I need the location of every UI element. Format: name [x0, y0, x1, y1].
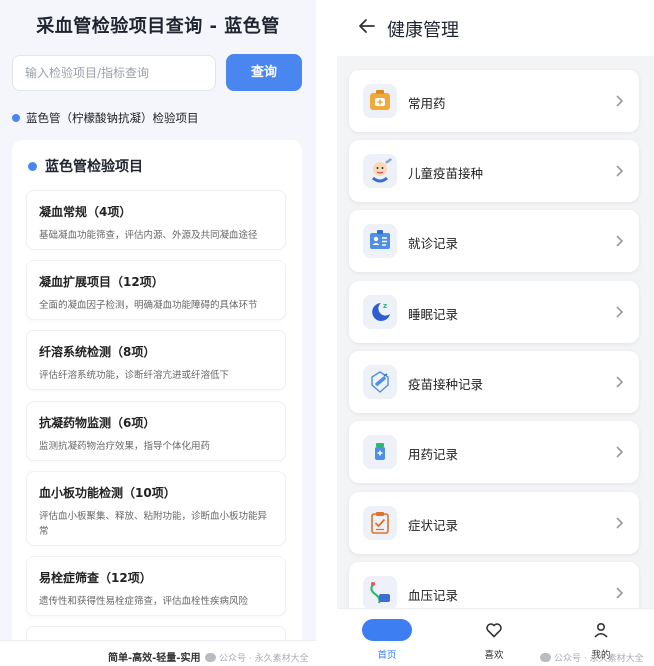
menu-row-symptom[interactable]: 症状记录: [349, 492, 639, 554]
chevron-right-icon: [616, 376, 624, 388]
menu-row-sleep[interactable]: z 睡眠记录: [349, 281, 639, 343]
footer-slogan: 简单-高效-轻量-实用: [108, 653, 201, 664]
menu-row-label: 儿童疫苗接种: [408, 166, 484, 181]
app-header: 健康管理: [337, 0, 654, 56]
test-item[interactable]: 抗凝药物监测（6项） 监测抗凝药物治疗效果，指导个体化用药: [26, 401, 286, 461]
menu-row-vaccine-record[interactable]: 疫苗接种记录: [349, 351, 639, 413]
items-card: 蓝色管检验项目 凝血常规（4项） 基础凝血功能筛查，评估内源、外源及共同凝血途径…: [12, 140, 302, 660]
chevron-right-icon: [616, 446, 624, 458]
test-item-title: 凝血扩展项目（12项）: [39, 275, 164, 289]
tab-home[interactable]: 首页: [347, 609, 427, 666]
child-vaccine-icon: [363, 154, 397, 188]
test-item[interactable]: 凝血扩展项目（12项） 全面的凝血因子检测，明确凝血功能障碍的具体环节: [26, 260, 286, 320]
svg-text:z: z: [383, 302, 387, 310]
menu-row-medication[interactable]: 用药记录: [349, 421, 639, 483]
test-item-title: 凝血常规（4项）: [39, 205, 132, 219]
test-item-desc: 遗传性和获得性易栓症筛查，评估血栓性疾病风险: [39, 596, 249, 607]
wechat-icon: [205, 653, 216, 662]
test-item-title: 易栓症筛查（12项）: [39, 571, 152, 585]
back-arrow-icon[interactable]: [357, 16, 377, 36]
tube-type-text: 蓝色管（柠檬酸钠抗凝）检验项目: [26, 111, 199, 125]
blue-dot-icon: [12, 114, 20, 122]
test-item-title: 抗凝药物监测（6项）: [39, 416, 156, 430]
menu-row-label: 症状记录: [408, 518, 459, 533]
menu-row-visit[interactable]: 就诊记录: [349, 210, 639, 272]
medication-bottle-icon: [363, 435, 397, 469]
chevron-right-icon: [616, 235, 624, 247]
visit-record-icon: [363, 224, 397, 258]
menu-row-medicine[interactable]: 常用药: [349, 70, 639, 132]
watermark-text: 公众号 · 永久素材大全: [219, 654, 309, 664]
section-heading: 蓝色管检验项目: [28, 156, 143, 176]
blue-dot-icon: [28, 161, 37, 171]
chevron-right-icon: [616, 165, 624, 177]
user-icon: [594, 622, 608, 638]
chevron-right-icon: [616, 587, 624, 599]
tab-label: 喜欢: [484, 650, 504, 661]
menu-row-label: 疫苗接种记录: [408, 377, 484, 392]
tab-label: 首页: [377, 650, 397, 661]
menu-row-label: 用药记录: [408, 447, 459, 462]
test-item-desc: 监测抗凝药物治疗效果，指导个体化用药: [39, 441, 211, 452]
watermark: 公众号 · 永久素材大全: [205, 651, 309, 664]
test-item-desc: 评估纤溶系统功能，诊断纤溶亢进或纤溶低下: [39, 370, 230, 381]
medicine-box-icon: [363, 84, 397, 118]
health-screen: 健康管理 常用药 儿童疫苗接种 就诊记录 z 睡眠记录 疫苗接种记录 用药记录 …: [337, 0, 654, 666]
test-item-desc: 评估血小板聚集、释放、粘附功能，诊断血小板功能异常: [39, 511, 268, 537]
tab-favorites[interactable]: 喜欢: [454, 609, 534, 666]
search-input[interactable]: 输入检验项目/指标查询: [12, 55, 216, 91]
blood-pressure-icon: [363, 576, 397, 610]
watermark: 公众号 · 永久素材大全: [540, 651, 644, 664]
wechat-icon: [540, 653, 551, 662]
menu-row-label: 常用药: [408, 96, 446, 111]
test-item-title: 纤溶系统检测（8项）: [39, 345, 156, 359]
test-item[interactable]: 血小板功能检测（10项） 评估血小板聚集、释放、粘附功能，诊断血小板功能异常: [26, 471, 286, 546]
chevron-right-icon: [616, 306, 624, 318]
test-item-title: 血小板功能检测（10项）: [39, 486, 176, 500]
home-icon: [362, 619, 412, 641]
test-item-desc: 全面的凝血因子检测，明确凝血功能障碍的具体环节: [39, 300, 258, 311]
search-button[interactable]: 查询: [226, 54, 302, 91]
screen-title: 健康管理: [387, 20, 459, 41]
page-title: 采血管检验项目查询 - 蓝色管: [36, 16, 280, 37]
symptom-clipboard-icon: [363, 506, 397, 540]
chevron-right-icon: [616, 95, 624, 107]
tube-type-label: 蓝色管（柠檬酸钠抗凝）检验项目: [12, 110, 199, 126]
menu-row-label: 睡眠记录: [408, 307, 459, 322]
menu-row-label: 就诊记录: [408, 236, 459, 251]
test-item[interactable]: 易栓症筛查（12项） 遗传性和获得性易栓症筛查，评估血栓性疾病风险: [26, 556, 286, 616]
sleep-moon-icon: z: [363, 295, 397, 329]
watermark-text: 公众号 · 永久素材大全: [554, 654, 644, 664]
chevron-right-icon: [616, 517, 624, 529]
query-screen: 采血管检验项目查询 - 蓝色管 输入检验项目/指标查询 查询 蓝色管（柠檬酸钠抗…: [0, 0, 316, 666]
vaccine-syringe-icon: [363, 365, 397, 399]
test-item[interactable]: 纤溶系统检测（8项） 评估纤溶系统功能，诊断纤溶亢进或纤溶低下: [26, 330, 286, 390]
menu-row-child-vaccine[interactable]: 儿童疫苗接种: [349, 140, 639, 202]
menu-row-label: 血压记录: [408, 588, 459, 603]
heart-icon: [486, 623, 502, 638]
test-item[interactable]: 凝血常规（4项） 基础凝血功能筛查，评估内源、外源及共同凝血途径: [26, 190, 286, 250]
test-item-desc: 基础凝血功能筛查，评估内源、外源及共同凝血途径: [39, 230, 258, 241]
section-title: 蓝色管检验项目: [45, 159, 143, 175]
